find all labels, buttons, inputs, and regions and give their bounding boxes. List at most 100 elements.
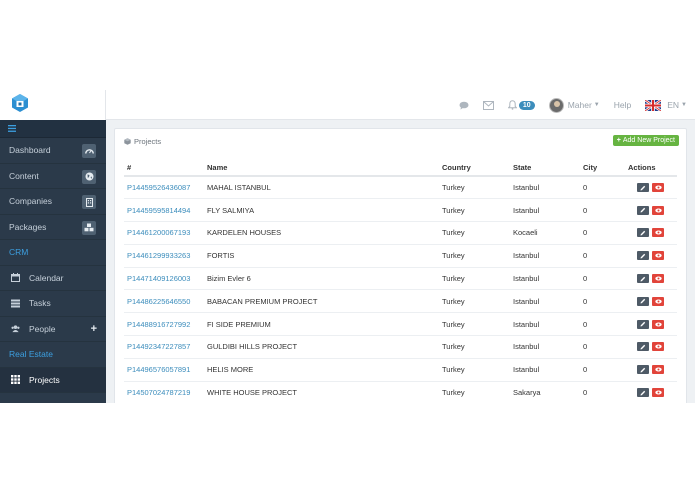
sidebar-item-label: Projects xyxy=(29,374,60,385)
project-state: Istanbul xyxy=(510,176,580,200)
view-button[interactable] xyxy=(652,319,664,329)
project-name: GULDIBI HILLS PROJECT xyxy=(204,335,439,359)
project-name: KARDELEN HOUSES xyxy=(204,221,439,245)
edit-button[interactable] xyxy=(637,251,649,261)
edit-button[interactable] xyxy=(637,365,649,375)
edit-button[interactable] xyxy=(637,274,649,284)
project-country: Turkey xyxy=(439,198,510,223)
sidebar-item-packages[interactable]: Packages xyxy=(0,215,106,240)
project-city: 0 xyxy=(580,358,625,382)
eye-icon xyxy=(654,322,662,327)
language-label: EN xyxy=(667,100,680,110)
table-row: P14459595814494 FLY SALMIYA Turkey Istanbul… xyxy=(124,198,677,223)
view-button[interactable] xyxy=(652,274,664,284)
app-window: 10 Maher ▼ Help EN ▼ Dashboard Content C… xyxy=(0,90,695,403)
row-actions xyxy=(625,358,677,382)
eye-icon xyxy=(654,276,662,281)
plus-icon[interactable]: + xyxy=(91,323,97,335)
table-row: P14459526436087 MAHAL ISTANBUL Turkey Istan… xyxy=(124,176,677,200)
sidebar-item-people[interactable]: People + xyxy=(0,317,106,342)
globe-icon xyxy=(82,169,96,184)
sidebar-item-label: Calendar xyxy=(29,272,64,283)
table-row: P14488916727992 FI SIDE PREMIUM Turkey Ista… xyxy=(124,312,677,337)
sidebar-item-content[interactable]: Content xyxy=(0,164,106,189)
project-country: Turkey xyxy=(439,381,510,403)
help-link[interactable]: Help xyxy=(614,100,631,110)
edit-button[interactable] xyxy=(637,183,649,193)
chat-icon[interactable] xyxy=(459,101,469,110)
project-id-link[interactable]: P14471409126003 xyxy=(124,267,204,291)
sidebar-item-calendar[interactable]: Calendar xyxy=(0,266,106,291)
notifications[interactable]: 10 xyxy=(507,100,535,110)
column-header-city[interactable]: City xyxy=(580,160,625,177)
project-city: 0 xyxy=(580,312,625,337)
view-button[interactable] xyxy=(652,205,664,215)
language-menu[interactable]: EN ▼ xyxy=(645,99,687,111)
sidebar-item-projects[interactable]: Projects xyxy=(0,367,106,393)
project-name: BABACAN PREMIUM PROJECT xyxy=(204,289,439,314)
table-row: P14471409126003 Bizim Evler 6 Turkey Istanb… xyxy=(124,267,677,291)
plus-icon: + xyxy=(616,137,621,144)
sidebar-toggle[interactable] xyxy=(0,120,106,138)
project-city: 0 xyxy=(580,267,625,291)
add-new-project-button[interactable]: + Add New Project xyxy=(612,135,679,146)
view-button[interactable] xyxy=(652,228,664,238)
project-id-link[interactable]: P14496576057891 xyxy=(124,358,204,382)
project-country: Turkey xyxy=(439,312,510,337)
edit-button[interactable] xyxy=(637,228,649,238)
view-button[interactable] xyxy=(652,296,664,306)
pencil-icon xyxy=(640,299,646,304)
view-button[interactable] xyxy=(652,388,664,398)
sidebar-item-label: Dashboard xyxy=(9,145,51,156)
row-actions xyxy=(625,176,677,200)
project-id-link[interactable]: P14492347227857 xyxy=(124,335,204,359)
edit-button[interactable] xyxy=(637,296,649,306)
project-city: 0 xyxy=(580,335,625,359)
project-id-link[interactable]: P14486225646550 xyxy=(124,289,204,314)
table-body: P14459526436087 MAHAL ISTANBUL Turkey Istan… xyxy=(124,176,677,403)
sidebar-item-tasks[interactable]: Tasks xyxy=(0,291,106,317)
projects-table: # Name Country State City Actions P14459… xyxy=(124,160,677,403)
view-button[interactable] xyxy=(652,183,664,193)
view-button[interactable] xyxy=(652,251,664,261)
view-button[interactable] xyxy=(652,365,664,375)
project-id-link[interactable]: P14461200067193 xyxy=(124,221,204,245)
edit-button[interactable] xyxy=(637,205,649,215)
sidebar-item-label: People xyxy=(29,323,56,334)
pencil-icon xyxy=(640,185,646,191)
project-city: 0 xyxy=(580,289,625,314)
user-menu[interactable]: Maher ▼ xyxy=(548,97,600,113)
sidebar-item-dashboard[interactable]: Dashboard xyxy=(0,138,106,164)
projects-panel: Projects + Add New Project # Name Countr… xyxy=(114,128,687,403)
user-name: Maher xyxy=(567,100,592,110)
uk-flag-icon xyxy=(645,99,662,111)
view-button[interactable] xyxy=(652,342,664,352)
project-id-link[interactable]: P14461299933263 xyxy=(124,244,204,268)
project-id-link[interactable]: P14459595814494 xyxy=(124,198,204,223)
pencil-icon xyxy=(640,344,646,350)
eye-icon xyxy=(654,208,662,213)
row-actions xyxy=(625,267,677,291)
sidebar-item-companies[interactable]: Companies xyxy=(0,189,106,215)
top-navbar: 10 Maher ▼ Help EN ▼ xyxy=(0,90,695,120)
logo-area[interactable] xyxy=(0,90,106,120)
column-header-state[interactable]: State xyxy=(510,160,580,177)
panel-title-text: Projects xyxy=(134,137,162,146)
mail-icon[interactable] xyxy=(482,100,494,110)
project-name: FORTIS xyxy=(204,244,439,268)
caret-down-icon: ▼ xyxy=(593,102,600,108)
edit-button[interactable] xyxy=(637,342,649,352)
edit-button[interactable] xyxy=(637,388,649,398)
edit-button[interactable] xyxy=(637,319,649,329)
column-header-country[interactable]: Country xyxy=(439,160,510,177)
sidebar-item-label: Content xyxy=(9,170,39,181)
column-header-id[interactable]: # xyxy=(124,160,204,177)
pencil-icon xyxy=(640,230,646,236)
project-id-link[interactable]: P14459526436087 xyxy=(124,176,204,200)
column-header-name[interactable]: Name xyxy=(204,160,439,177)
project-state: Istanbul xyxy=(510,289,580,314)
project-id-link[interactable]: P14488916727992 xyxy=(124,312,204,337)
project-id-link[interactable]: P14507024787219 xyxy=(124,381,204,403)
sidebar-item-label: Packages xyxy=(9,221,47,232)
project-city: 0 xyxy=(580,198,625,223)
